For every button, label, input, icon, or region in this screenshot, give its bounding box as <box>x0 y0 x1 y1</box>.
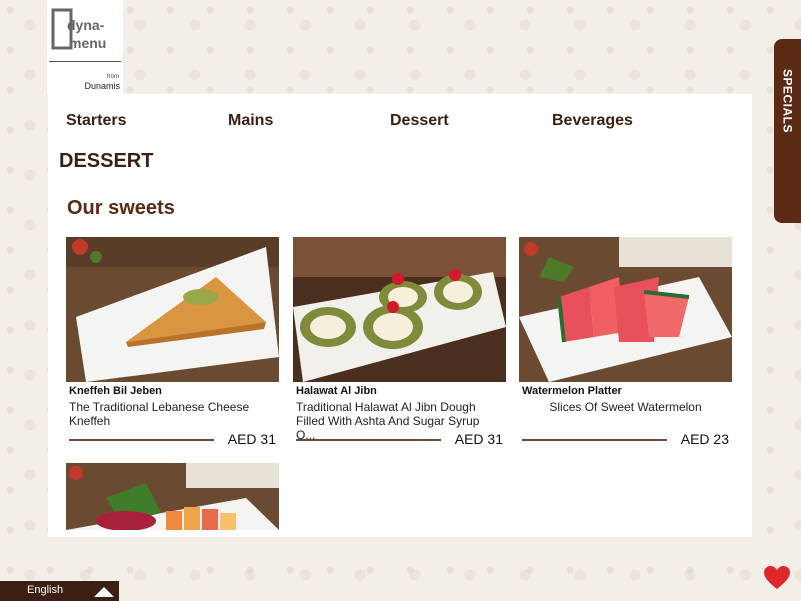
caret-up-icon <box>94 587 114 597</box>
menu-item-name: Watermelon Platter <box>522 385 622 397</box>
specials-tab[interactable]: SPECIALS <box>774 39 801 223</box>
logo-from-label: from <box>107 74 119 80</box>
category-nav: Starters Mains Dessert Beverages <box>66 112 746 132</box>
specials-tab-label-wrap: SPECIALS <box>774 39 801 223</box>
halawat-photo <box>293 237 506 382</box>
fruit-platter-photo <box>66 463 279 530</box>
menu-item-price: AED 23 <box>680 431 729 447</box>
section-subtitle: Our sweets <box>67 197 175 219</box>
svg-text:menu: menu <box>69 35 106 51</box>
language-selector[interactable]: English <box>0 581 119 601</box>
price-divider <box>296 439 441 441</box>
brand-logo: dyna- menu from Dunamis <box>47 0 123 94</box>
kneffeh-photo <box>66 237 279 382</box>
menu-item-card[interactable]: Kneffeh Bil Jeben The Traditional Lebane… <box>66 237 279 457</box>
heart-icon[interactable] <box>764 566 790 590</box>
menu-item-card[interactable]: Watermelon Platter Slices Of Sweet Water… <box>519 237 732 457</box>
menu-panel: Starters Mains Dessert Beverages DESSERT… <box>48 94 752 537</box>
svg-text:dyna-: dyna- <box>67 17 105 33</box>
watermelon-photo <box>519 237 732 382</box>
nav-item-dessert[interactable]: Dessert <box>390 112 449 130</box>
menu-item-description: Slices Of Sweet Watermelon <box>549 400 702 414</box>
menu-item-card[interactable]: Halawat Al Jibn Traditional Halawat Al J… <box>293 237 506 457</box>
nav-item-beverages[interactable]: Beverages <box>552 112 633 130</box>
nav-item-mains[interactable]: Mains <box>228 112 273 130</box>
price-divider <box>69 439 214 441</box>
menu-item-price: AED 31 <box>454 431 503 447</box>
nav-item-starters[interactable]: Starters <box>66 112 126 130</box>
menu-item-card[interactable] <box>66 463 279 530</box>
logo-divider <box>49 61 121 62</box>
section-title: DESSERT <box>59 150 154 172</box>
specials-tab-label: SPECIALS <box>780 68 795 133</box>
logo-company-name: Dunamis <box>84 81 120 91</box>
menu-item-price: AED 31 <box>227 431 276 447</box>
dyna-menu-logo-icon: dyna- menu <box>51 8 106 51</box>
price-divider <box>522 439 667 441</box>
menu-item-name: Halawat Al Jibn <box>296 385 377 397</box>
menu-item-description: The Traditional Lebanese Cheese Kneffeh <box>69 400 250 428</box>
language-label: English <box>27 584 64 596</box>
menu-item-name: Kneffeh Bil Jeben <box>69 385 162 397</box>
